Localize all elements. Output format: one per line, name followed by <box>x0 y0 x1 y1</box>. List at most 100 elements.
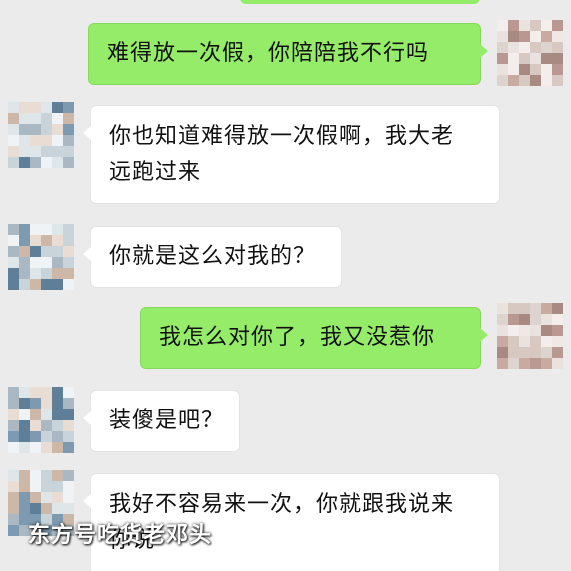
message-text: 我怎么对你了，我又没惹你 <box>159 325 436 350</box>
avatar-mosaic-tile <box>63 257 74 268</box>
avatar-mosaic-tile <box>552 325 563 336</box>
avatar-mosaic-tile <box>519 20 530 31</box>
contact-avatar[interactable] <box>8 224 74 290</box>
avatar-mosaic-tile <box>508 336 519 347</box>
avatar-mosaic-tile <box>41 431 52 442</box>
avatar-mosaic-tile <box>541 325 552 336</box>
avatar-mosaic-tile <box>530 336 541 347</box>
avatar-mosaic-tile <box>519 64 530 75</box>
message-bubble-received[interactable]: 你也知道难得放一次假啊，我大老 远跑过来 <box>83 105 500 204</box>
avatar-mosaic-tile <box>8 246 19 257</box>
avatar-mosaic-tile <box>41 442 52 453</box>
avatar-mosaic-tile <box>41 135 52 146</box>
avatar-mosaic-tile <box>541 31 552 42</box>
avatar-mosaic-tile <box>541 75 552 86</box>
avatar-mosaic-tile <box>497 20 508 31</box>
chat-area[interactable]: 难得放一次假，你陪陪我不行吗 你也知道难得放一次假啊，我大老 远跑过来 你就是这… <box>0 0 571 571</box>
avatar-mosaic-tile <box>52 387 63 398</box>
avatar-mosaic-tile <box>541 303 552 314</box>
message-bubble-received[interactable]: 我好不容易来一次，你就跟我说来 你说 <box>83 473 500 571</box>
avatar-mosaic-tile <box>8 146 19 157</box>
avatar-mosaic-tile <box>508 20 519 31</box>
avatar-mosaic-tile <box>63 146 74 157</box>
avatar-mosaic-tile <box>497 53 508 64</box>
avatar-mosaic-tile <box>30 398 41 409</box>
message-bubble-received[interactable]: 装傻是吧？ <box>83 390 240 452</box>
avatar-mosaic-tile <box>8 224 19 235</box>
contact-avatar[interactable] <box>8 387 74 453</box>
avatar-mosaic-tile <box>52 409 63 420</box>
avatar-mosaic-tile <box>497 336 508 347</box>
avatar-mosaic-tile <box>530 325 541 336</box>
avatar-mosaic-tile <box>8 398 19 409</box>
avatar-mosaic-tile <box>8 268 19 279</box>
avatar-mosaic-tile <box>8 481 19 492</box>
my-avatar[interactable] <box>497 303 563 369</box>
avatar-mosaic-tile <box>19 102 30 113</box>
avatar-mosaic-tile <box>19 124 30 135</box>
message-bubble-sent[interactable]: 我怎么对你了，我又没惹你 <box>140 307 488 369</box>
avatar-mosaic-tile <box>8 514 19 525</box>
avatar-mosaic-tile <box>41 492 52 503</box>
avatar-mosaic-tile <box>19 113 30 124</box>
contact-avatar[interactable] <box>8 102 74 168</box>
avatar-mosaic-tile <box>52 268 63 279</box>
avatar-mosaic-tile <box>530 347 541 358</box>
avatar-mosaic-tile <box>497 347 508 358</box>
avatar-mosaic-tile <box>8 503 19 514</box>
avatar-mosaic-tile <box>19 514 30 525</box>
avatar-mosaic-tile <box>63 525 74 536</box>
message-bubble-received[interactable]: 你就是这么对我的？ <box>83 226 342 288</box>
avatar-mosaic-tile <box>530 20 541 31</box>
avatar-mosaic-tile <box>552 347 563 358</box>
avatar-mosaic-tile <box>30 503 41 514</box>
avatar-mosaic-tile <box>30 113 41 124</box>
avatar-mosaic-tile <box>30 257 41 268</box>
avatar-mosaic-tile <box>519 42 530 53</box>
avatar-mosaic-tile <box>52 102 63 113</box>
avatar-mosaic-tile <box>19 431 30 442</box>
avatar-mosaic-tile <box>63 113 74 124</box>
avatar-mosaic-tile <box>52 431 63 442</box>
avatar-mosaic-tile <box>52 235 63 246</box>
my-avatar[interactable] <box>497 20 563 86</box>
avatar-mosaic-tile <box>8 102 19 113</box>
avatar-mosaic-tile <box>519 75 530 86</box>
avatar-mosaic-tile <box>30 442 41 453</box>
avatar-mosaic-tile <box>41 398 52 409</box>
avatar-mosaic-tile <box>19 235 30 246</box>
avatar-mosaic-tile <box>508 31 519 42</box>
contact-avatar[interactable] <box>8 470 74 536</box>
avatar-mosaic-tile <box>63 492 74 503</box>
avatar-mosaic-tile <box>41 470 52 481</box>
avatar-mosaic-tile <box>19 268 30 279</box>
avatar-mosaic-tile <box>508 53 519 64</box>
avatar-mosaic-tile <box>19 420 30 431</box>
avatar-mosaic-tile <box>52 514 63 525</box>
avatar-mosaic-tile <box>30 102 41 113</box>
avatar-mosaic-tile <box>30 481 41 492</box>
avatar-mosaic-tile <box>497 64 508 75</box>
avatar-mosaic-tile <box>8 157 19 168</box>
message-bubble-sent[interactable]: 难得放一次假，你陪陪我不行吗 <box>88 23 488 85</box>
avatar-mosaic-tile <box>41 481 52 492</box>
avatar-mosaic-tile <box>541 336 552 347</box>
avatar-mosaic-tile <box>552 53 563 64</box>
avatar-mosaic-tile <box>19 135 30 146</box>
avatar-mosaic-tile <box>30 387 41 398</box>
avatar-mosaic-tile <box>8 235 19 246</box>
avatar-mosaic-tile <box>41 257 52 268</box>
avatar-mosaic-tile <box>519 53 530 64</box>
avatar-mosaic-tile <box>530 358 541 369</box>
avatar-mosaic-tile <box>530 42 541 53</box>
avatar-mosaic-tile <box>19 387 30 398</box>
avatar-mosaic-tile <box>508 314 519 325</box>
avatar-mosaic-tile <box>41 503 52 514</box>
avatar-mosaic-tile <box>63 279 74 290</box>
message-text: 装傻是吧？ <box>109 408 225 433</box>
avatar-mosaic-tile <box>519 325 530 336</box>
avatar-mosaic-tile <box>8 124 19 135</box>
avatar-mosaic-tile <box>541 314 552 325</box>
avatar-mosaic-tile <box>497 303 508 314</box>
avatar-mosaic-tile <box>508 358 519 369</box>
